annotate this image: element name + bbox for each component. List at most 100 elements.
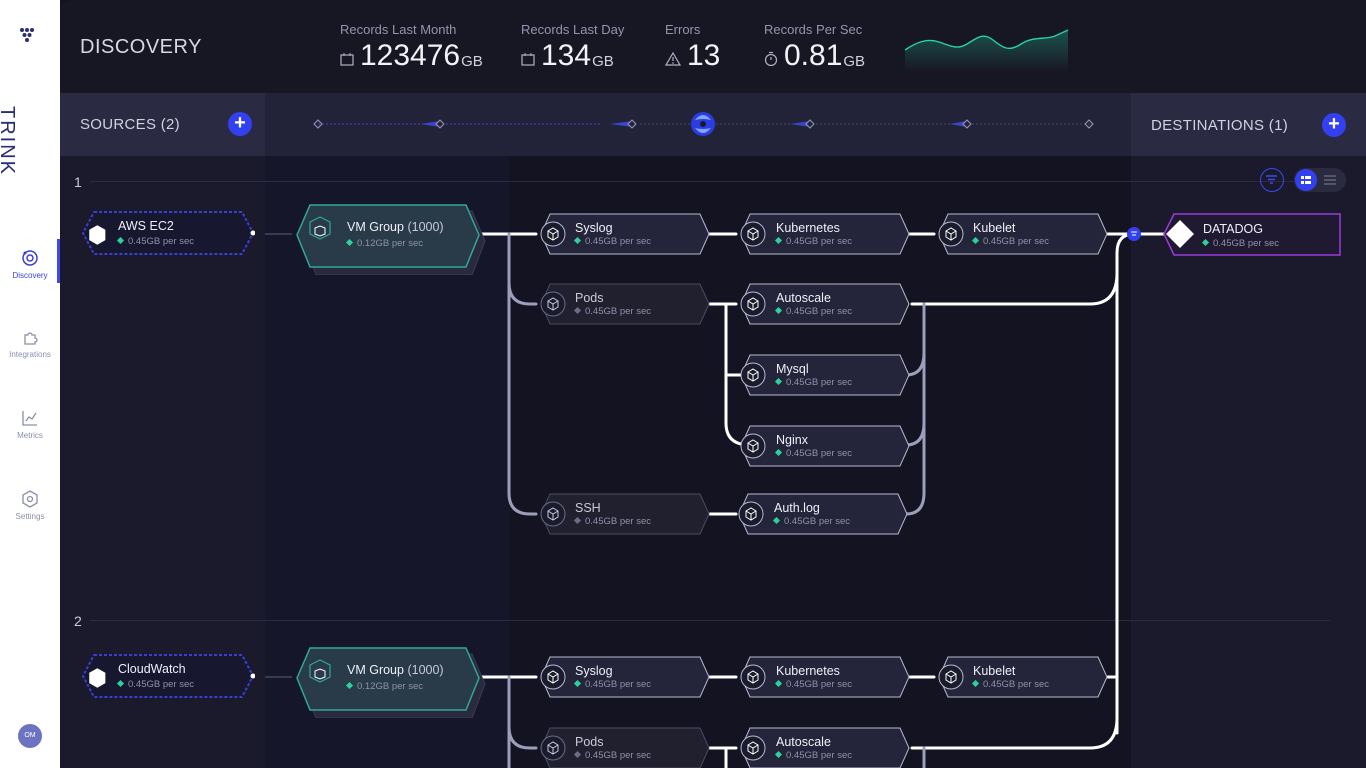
node-title: Autoscale [776,735,831,749]
logo-mark-icon [20,28,34,42]
source-node-cloudwatch[interactable]: CloudWatch 0.45GB per sec [80,653,255,699]
node-title: AWS EC2 [118,219,174,233]
sidebar-item-label: Metrics [17,431,43,440]
node-rate: 0.45GB per sec [983,236,1050,247]
node-title: Nginx [776,433,808,447]
process-node-mysql[interactable]: Mysql 0.45GB per sec [736,354,910,396]
node-rate: 0.12GB per sec [357,238,424,249]
stat-records-last-month: Records Last Month 123476 GB [340,22,483,71]
sidebar-item-label: Integrations [9,350,51,359]
stat-value: 0.81 [784,39,843,72]
pipeline-canvas: SOURCES (2) + DESTINATIONS (1) + 1 2 AWS… [60,93,1366,768]
process-node-ssh[interactable]: SSH 0.45GB per sec [536,493,710,535]
source-node-aws-ec2[interactable]: AWS EC2 0.45GB per sec [80,210,255,256]
node-title: Autoscale [776,291,831,305]
pipeline-connections [265,227,1170,768]
process-node-autoscale[interactable]: Autoscale 0.45GB per sec [736,283,910,325]
stat-unit: GB [461,53,483,70]
node-rate: 0.12GB per sec [357,681,424,692]
node-title: VM Group (1000) [347,663,444,677]
process-node-syslog[interactable]: Syslog 0.45GB per sec [536,656,710,698]
process-node-kubelet[interactable]: Kubelet 0.45GB per sec [934,213,1108,255]
stat-value: 13 [687,39,721,72]
node-title: CloudWatch [118,662,186,676]
stat-value: 134 [541,39,592,72]
node-title: DATADOG [1203,222,1263,236]
node-rate: 0.45GB per sec [128,236,195,247]
vm-group-node[interactable]: VM Group (1000) 0.12GB per sec [290,201,488,275]
filter-junction-icon [1127,227,1141,241]
avatar[interactable]: OM [18,724,42,748]
process-node-kubernetes[interactable]: Kubernetes 0.45GB per sec [736,656,910,698]
node-rate: 0.45GB per sec [786,377,853,388]
stat-label: Records Per Sec [764,22,863,37]
vm-group-node[interactable]: VM Group (1000) 0.12GB per sec [290,644,488,718]
trink-logo[interactable]: TRINK [0,26,42,176]
stat-unit: GB [592,53,614,70]
node-rate: 0.45GB per sec [786,448,853,459]
stat-label: Records Last Month [340,22,457,37]
node-rate: 0.45GB per sec [784,516,851,527]
node-title: Kubelet [973,664,1016,678]
destination-node-datadog[interactable]: DATADOG 0.45GB per sec [1160,212,1342,257]
stat-errors: Errors 13 [665,22,721,71]
process-node-nginx[interactable]: Nginx 0.45GB per sec [736,425,910,467]
sidebar-item-label: Discovery [12,271,48,280]
node-rate: 0.45GB per sec [786,750,853,761]
discovery-icon [22,250,38,266]
node-rate: 0.45GB per sec [585,679,652,690]
warning-icon [665,52,681,66]
node-rate: 0.45GB per sec [585,516,652,527]
sidebar-item-metrics[interactable]: Metrics [0,409,60,440]
sidebar-item-settings[interactable]: Settings [0,490,60,521]
main-area: DISCOVERY Records Last Month 123476 GB R… [60,0,1366,768]
sidebar-item-discovery[interactable]: Discovery [0,239,60,283]
stopwatch-icon [764,51,778,66]
records-sparkline [905,29,1069,72]
puzzle-icon [24,332,38,345]
node-rate: 0.45GB per sec [585,750,652,761]
node-title: Pods [575,291,604,305]
node-rate: 0.45GB per sec [786,306,853,317]
node-title: Syslog [575,664,613,678]
node-title: Auth.log [774,501,820,515]
node-rate: 0.45GB per sec [585,236,652,247]
node-rate: 0.45GB per sec [128,679,195,690]
node-rate: 0.45GB per sec [585,306,652,317]
page-title: DISCOVERY [80,36,202,58]
stat-unit: GB [843,53,866,70]
node-rate: 0.45GB per sec [786,236,853,247]
process-node-syslog[interactable]: Syslog 0.45GB per sec [536,213,710,255]
node-title: Mysql [776,362,809,376]
stat-records-per-sec: Records Per Sec 0.81 GB [764,22,865,71]
sidebar: TRINK Discovery Integrations Metrics Set… [0,0,60,768]
stat-value: 123476 [360,39,461,72]
node-title: Kubelet [973,221,1016,235]
process-node-pods[interactable]: Pods 0.45GB per sec [536,727,710,768]
calendar-icon [340,53,354,66]
node-title: Syslog [575,221,613,235]
sidebar-item-label: Settings [15,512,45,521]
stat-label: Records Last Day [521,22,625,37]
gear-icon [22,490,38,508]
sidebar-item-integrations[interactable]: Integrations [0,328,60,359]
node-rate: 0.45GB per sec [786,679,853,690]
node-title: Pods [575,735,604,749]
stat-label: Errors [665,22,701,37]
process-node-auth-log[interactable]: Auth.log 0.45GB per sec [734,493,908,535]
process-node-kubernetes[interactable]: Kubernetes 0.45GB per sec [736,213,910,255]
node-title: Kubernetes [776,221,840,235]
node-title: SSH [575,501,601,515]
node-rate: 0.45GB per sec [1213,238,1280,249]
process-node-kubelet[interactable]: Kubelet 0.45GB per sec [934,656,1108,698]
calendar-icon [521,53,535,66]
stat-records-last-day: Records Last Day 134 GB [521,22,624,71]
node-rate: 0.45GB per sec [983,679,1050,690]
process-node-autoscale[interactable]: Autoscale 0.45GB per sec [736,727,910,768]
node-title: VM Group (1000) [347,220,444,234]
process-node-pods[interactable]: Pods 0.45GB per sec [536,283,710,325]
chart-icon [22,411,37,426]
header: DISCOVERY Records Last Month 123476 GB R… [60,0,1366,93]
node-title: Kubernetes [776,664,840,678]
logo-text: TRINK [0,106,18,176]
